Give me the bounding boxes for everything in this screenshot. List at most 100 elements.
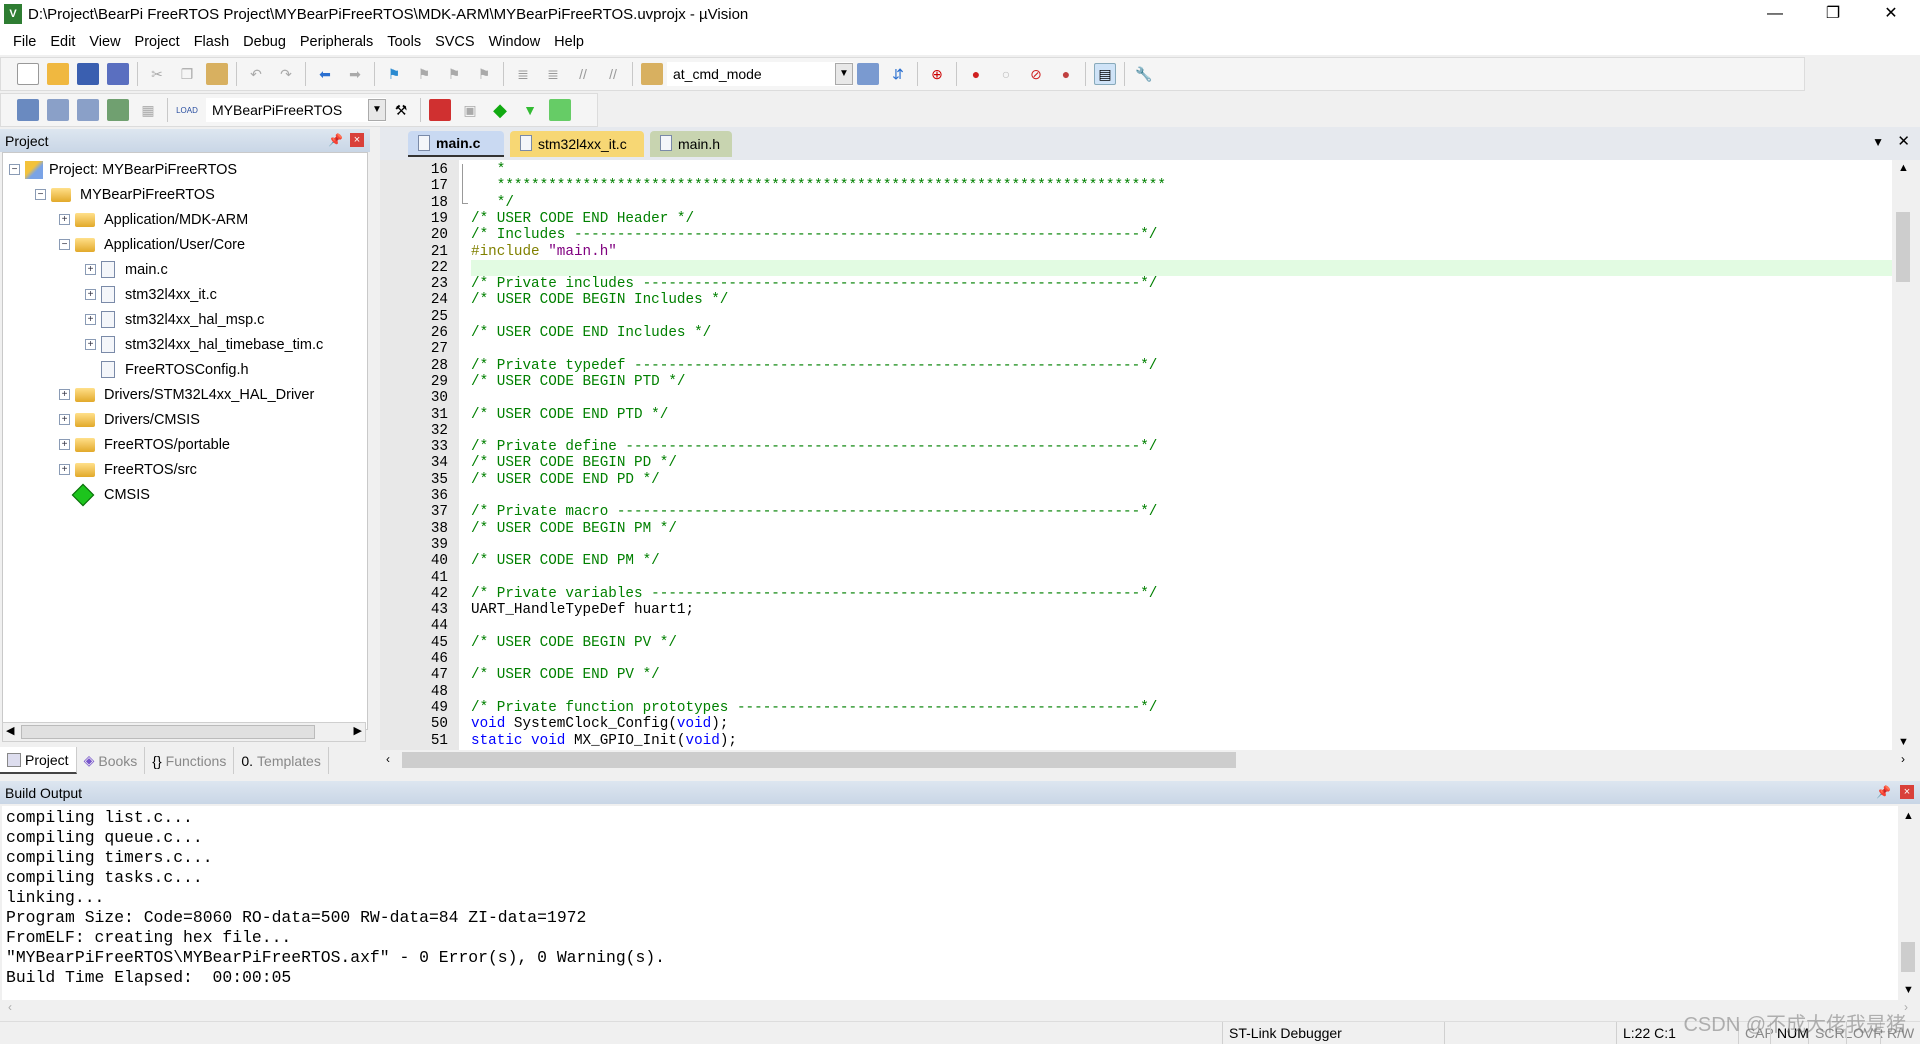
chevron-down-icon[interactable]: ▼ bbox=[368, 99, 386, 121]
menu-debug[interactable]: Debug bbox=[236, 34, 293, 50]
stop-build-icon[interactable]: ▦ bbox=[137, 99, 159, 121]
translate-icon[interactable] bbox=[17, 99, 39, 121]
pack-installer-icon[interactable]: ▼ bbox=[519, 99, 541, 121]
output-horizontal-scrollbar[interactable]: ‹ › bbox=[2, 1000, 1918, 1018]
tree-item[interactable]: + stm32l4xx_hal_msp.c bbox=[85, 307, 264, 332]
new-file-icon[interactable] bbox=[17, 63, 39, 85]
configure-wrench-icon[interactable]: 🔧 bbox=[1133, 63, 1155, 85]
clear-bookmarks-icon[interactable]: ⚑ bbox=[473, 63, 495, 85]
menu-flash[interactable]: Flash bbox=[187, 34, 236, 50]
find-icon[interactable] bbox=[857, 63, 879, 85]
menu-help[interactable]: Help bbox=[547, 34, 591, 50]
expander-icon[interactable]: + bbox=[59, 464, 70, 475]
tree-item[interactable]: FreeRTOSConfig.h bbox=[85, 357, 249, 382]
load-download-icon[interactable]: LOAD bbox=[176, 99, 198, 121]
minimize-button[interactable]: — bbox=[1746, 0, 1804, 28]
target-options-icon[interactable]: ⚒ bbox=[390, 99, 412, 121]
uncomment-icon[interactable]: // bbox=[602, 63, 624, 85]
scroll-down-icon[interactable]: ▼ bbox=[1903, 984, 1914, 996]
incremental-find-icon[interactable]: ⇵ bbox=[887, 63, 909, 85]
menu-tools[interactable]: Tools bbox=[380, 34, 428, 50]
menu-project[interactable]: Project bbox=[128, 34, 187, 50]
scroll-up-icon[interactable]: ▲ bbox=[1903, 810, 1914, 822]
scroll-left-icon[interactable]: ‹ bbox=[386, 752, 390, 766]
copy-icon[interactable]: ❐ bbox=[176, 63, 198, 85]
tab-project[interactable]: Project bbox=[0, 747, 77, 774]
scroll-right-icon[interactable]: ▶ bbox=[354, 724, 362, 737]
output-vertical-scrollbar[interactable]: ▲ ▼ bbox=[1898, 806, 1918, 1000]
manage-runtime-environment-icon[interactable]: ◆ bbox=[489, 99, 511, 121]
scroll-thumb[interactable] bbox=[1896, 212, 1910, 282]
tab-main-h[interactable]: main.h bbox=[650, 131, 732, 157]
unindent-icon[interactable]: ≣ bbox=[542, 63, 564, 85]
scroll-down-icon[interactable]: ▼ bbox=[1898, 736, 1909, 748]
code-editor[interactable]: 16 * 17 *********************************… bbox=[380, 160, 1892, 750]
next-bookmark-icon[interactable]: ⚑ bbox=[443, 63, 465, 85]
chevron-down-icon[interactable]: ▼ bbox=[835, 63, 853, 85]
pin-icon[interactable]: 📌 bbox=[328, 133, 343, 147]
tab-main-c[interactable]: main.c bbox=[408, 131, 504, 157]
tree-item[interactable]: + main.c bbox=[85, 257, 168, 282]
tree-item[interactable]: + Drivers/CMSIS bbox=[59, 407, 200, 432]
menu-edit[interactable]: Edit bbox=[43, 34, 82, 50]
disable-breakpoints-icon[interactable]: ⊘ bbox=[1025, 63, 1047, 85]
expander-icon[interactable]: + bbox=[85, 339, 96, 350]
close-tab-icon[interactable]: ✕ bbox=[1897, 132, 1910, 150]
tab-list-dropdown-icon[interactable]: ▼ bbox=[1872, 135, 1884, 149]
expander-icon[interactable]: + bbox=[85, 289, 96, 300]
expander-icon[interactable]: + bbox=[85, 264, 96, 275]
navigate-back-icon[interactable]: ⬅ bbox=[314, 63, 336, 85]
kill-breakpoints-icon[interactable]: ● bbox=[1055, 63, 1077, 85]
build-icon[interactable] bbox=[47, 99, 69, 121]
find-combo[interactable]: at_cmd_mode ▼ bbox=[667, 62, 853, 86]
tab-stm32l4xx_it-c[interactable]: stm32l4xx_it.c bbox=[510, 131, 644, 157]
expander-icon[interactable]: − bbox=[9, 164, 20, 175]
restore-button[interactable]: ❐ bbox=[1804, 0, 1862, 28]
comment-icon[interactable]: // bbox=[572, 63, 594, 85]
batch-build-icon[interactable] bbox=[107, 99, 129, 121]
scroll-thumb[interactable] bbox=[1901, 942, 1915, 972]
menu-window[interactable]: Window bbox=[482, 34, 548, 50]
debug-session-icon[interactable]: ⊕ bbox=[926, 63, 948, 85]
scroll-right-icon[interactable]: › bbox=[1901, 752, 1905, 766]
pack-installer2-icon[interactable] bbox=[549, 99, 571, 121]
manage-project-items-icon[interactable] bbox=[429, 99, 451, 121]
expander-icon[interactable]: + bbox=[85, 314, 96, 325]
expander-icon[interactable]: − bbox=[35, 189, 46, 200]
tree-item[interactable]: + FreeRTOS/src bbox=[59, 457, 197, 482]
expander-icon[interactable]: + bbox=[59, 389, 70, 400]
menu-peripherals[interactable]: Peripherals bbox=[293, 34, 380, 50]
close-window-button[interactable]: ✕ bbox=[1862, 0, 1920, 28]
enable-breakpoint-icon[interactable]: ○ bbox=[995, 63, 1017, 85]
undo-icon[interactable]: ↶ bbox=[245, 63, 267, 85]
build-output-text[interactable]: compiling list.c... compiling queue.c... c… bbox=[2, 806, 1898, 1000]
tree-item[interactable]: − Application/User/Core bbox=[59, 232, 245, 257]
tree-item[interactable]: − MYBearPiFreeRTOS bbox=[35, 182, 215, 207]
tab-templates[interactable]: 0. Templates bbox=[234, 747, 329, 774]
scroll-left-icon[interactable]: ◀ bbox=[6, 724, 14, 737]
tree-item[interactable]: + stm32l4xx_it.c bbox=[85, 282, 217, 307]
pin-icon[interactable]: 📌 bbox=[1876, 785, 1891, 799]
scroll-left-icon[interactable]: ‹ bbox=[8, 1000, 12, 1014]
select-packs-icon[interactable]: ▣ bbox=[459, 99, 481, 121]
paste-icon[interactable] bbox=[206, 63, 228, 85]
find-in-files-icon[interactable] bbox=[641, 63, 663, 85]
tree-item[interactable]: + FreeRTOS/portable bbox=[59, 432, 230, 457]
save-all-icon[interactable] bbox=[107, 63, 129, 85]
menu-view[interactable]: View bbox=[82, 34, 127, 50]
open-folder-icon[interactable] bbox=[47, 63, 69, 85]
insert-breakpoint-icon[interactable]: ● bbox=[965, 63, 987, 85]
scroll-up-icon[interactable]: ▲ bbox=[1898, 162, 1909, 174]
close-panel-icon[interactable]: × bbox=[350, 133, 364, 147]
scroll-thumb[interactable] bbox=[402, 752, 1236, 768]
expander-icon[interactable]: + bbox=[59, 214, 70, 225]
tab-books[interactable]: ◈ Books bbox=[77, 747, 146, 774]
prev-bookmark-icon[interactable]: ⚑ bbox=[413, 63, 435, 85]
tree-item[interactable]: + Drivers/STM32L4xx_HAL_Driver bbox=[59, 382, 314, 407]
menu-file[interactable]: File bbox=[6, 34, 43, 50]
tab-functions[interactable]: {} Functions bbox=[145, 747, 235, 774]
target-combo[interactable]: MYBearPiFreeRTOS ▼ bbox=[206, 98, 386, 122]
expander-icon[interactable]: + bbox=[59, 439, 70, 450]
editor-vertical-scrollbar[interactable]: ▲ ▼ bbox=[1893, 160, 1913, 750]
cut-icon[interactable]: ✂ bbox=[146, 63, 168, 85]
